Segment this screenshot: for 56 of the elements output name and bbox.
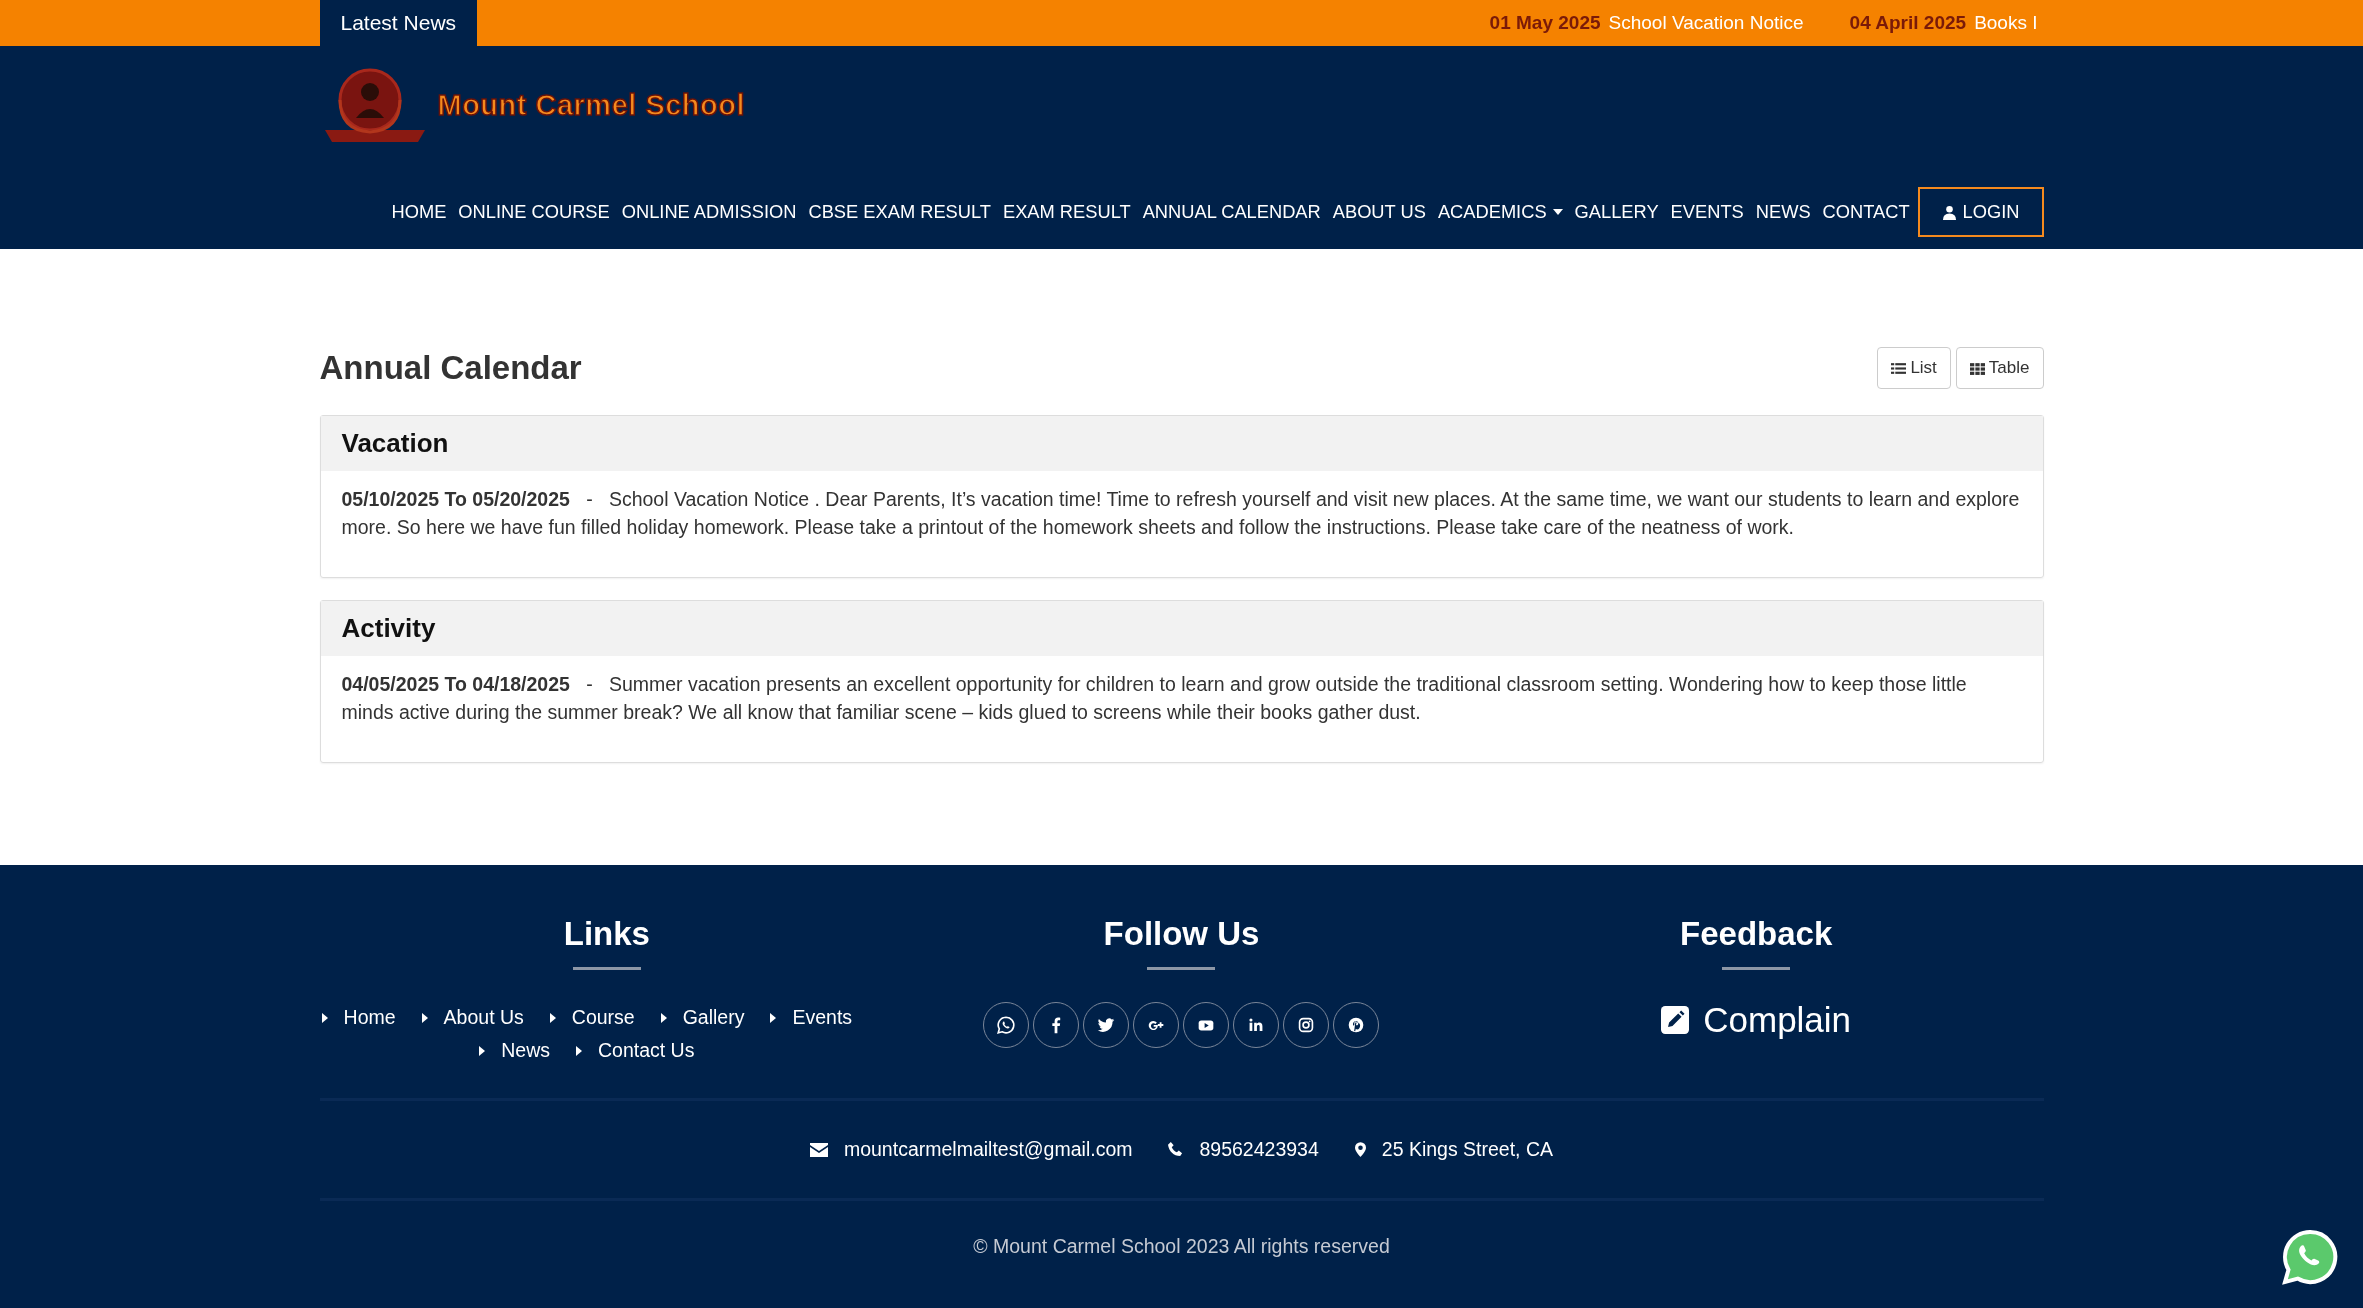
phone-text[interactable]: 89562423934 [1199, 1138, 1319, 1161]
caret-icon [421, 1012, 428, 1023]
caret-icon [549, 1012, 556, 1023]
nav-link[interactable]: ABOUT US [1326, 201, 1432, 223]
login-button[interactable]: LOGIN [1917, 187, 2044, 237]
complain-link[interactable]: Complain [1661, 1000, 1852, 1040]
nav-link[interactable]: NEWS [1749, 201, 1817, 223]
list-view-button[interactable]: List [1877, 347, 1951, 389]
nav-link[interactable]: ONLINE ADMISSION [615, 201, 803, 223]
event-category: Vacation [320, 416, 2043, 471]
copyright-text: © Mount Carmel School 2023 All rights reserved [972, 1234, 1391, 1259]
event-description: 05/10/2025 To 05/20/2025 - School Vacation Notice . Dear Parents, It’s vacation time! Time to refresh yourself and visit new places. At the same time, we want our students to learn and explore more. So here we have fun filled holiday homework. Please take a printout of the homework sheets and follow the instructions. Please take care of the neatness of work. [340, 487, 2021, 540]
phone-icon [1168, 1142, 1184, 1157]
caret-icon [479, 1045, 486, 1056]
feedback-heading: Feedback [1680, 915, 1833, 953]
footer-link[interactable]: Contact Us [576, 1039, 695, 1062]
page-title: Annual Calendar [319, 349, 582, 387]
news-date: 01 May 2025 [1489, 12, 1601, 34]
nav-link[interactable]: ANNUAL CALENDAR [1136, 201, 1327, 223]
news-date: 04 April 2025 [1849, 12, 1967, 34]
links-heading: Links [563, 915, 650, 953]
whatsapp-icon [995, 1014, 1018, 1036]
caret-icon [1552, 209, 1563, 215]
nav-link[interactable]: EXAM RESULT [997, 201, 1137, 223]
nav-dropdown[interactable]: ACADEMICS [1431, 201, 1569, 223]
footer-link[interactable]: Home [321, 1006, 396, 1029]
caret-icon [660, 1012, 667, 1023]
user-icon [1941, 204, 1957, 220]
nav-link[interactable]: HOME [385, 201, 453, 223]
news-label: Latest News [319, 0, 478, 46]
nav-link[interactable]: CONTACT [1816, 201, 1916, 223]
event-description: 04/05/2025 To 04/18/2025 - Summer vacation presents an excellent opportunity for children to learn and grow outside the traditional classroom setting. Wondering how to keep those little minds active during the summer break? We all know that familiar scene – kids glued to screens while their books gather dust. [340, 672, 1968, 725]
nav-link[interactable]: ONLINE COURSE [452, 201, 616, 223]
grid-icon [1969, 361, 1985, 375]
email-text[interactable]: mountcarmelmailtest@gmail.com [843, 1138, 1133, 1161]
edit-icon [1661, 1006, 1690, 1034]
footer-link[interactable]: About Us [421, 1006, 524, 1029]
map-pin-icon [1354, 1142, 1366, 1157]
address-text: 25 Kings Street, CA [1381, 1138, 1554, 1161]
nav-link[interactable]: CBSE EXAM RESULT [802, 201, 997, 223]
footer-link[interactable]: Course [549, 1006, 635, 1029]
school-name[interactable]: Mount Carmel School [437, 88, 746, 122]
nav-link[interactable]: GALLERY [1568, 201, 1665, 223]
list-icon [1891, 361, 1907, 375]
event-category: Activity [320, 601, 2043, 656]
caret-icon [576, 1045, 582, 1056]
footer-link[interactable]: Gallery [660, 1006, 745, 1029]
caret-icon [321, 1012, 328, 1023]
caret-icon [770, 1012, 777, 1023]
footer-link[interactable]: News [479, 1039, 550, 1062]
footer-link[interactable]: Events [770, 1006, 853, 1029]
chat-button-icon[interactable] [2282, 1229, 2338, 1285]
envelope-icon [809, 1142, 828, 1157]
table-view-button[interactable]: Table [1955, 347, 2044, 389]
follow-heading: Follow Us [1103, 915, 1260, 953]
nav-link[interactable]: EVENTS [1664, 201, 1750, 223]
